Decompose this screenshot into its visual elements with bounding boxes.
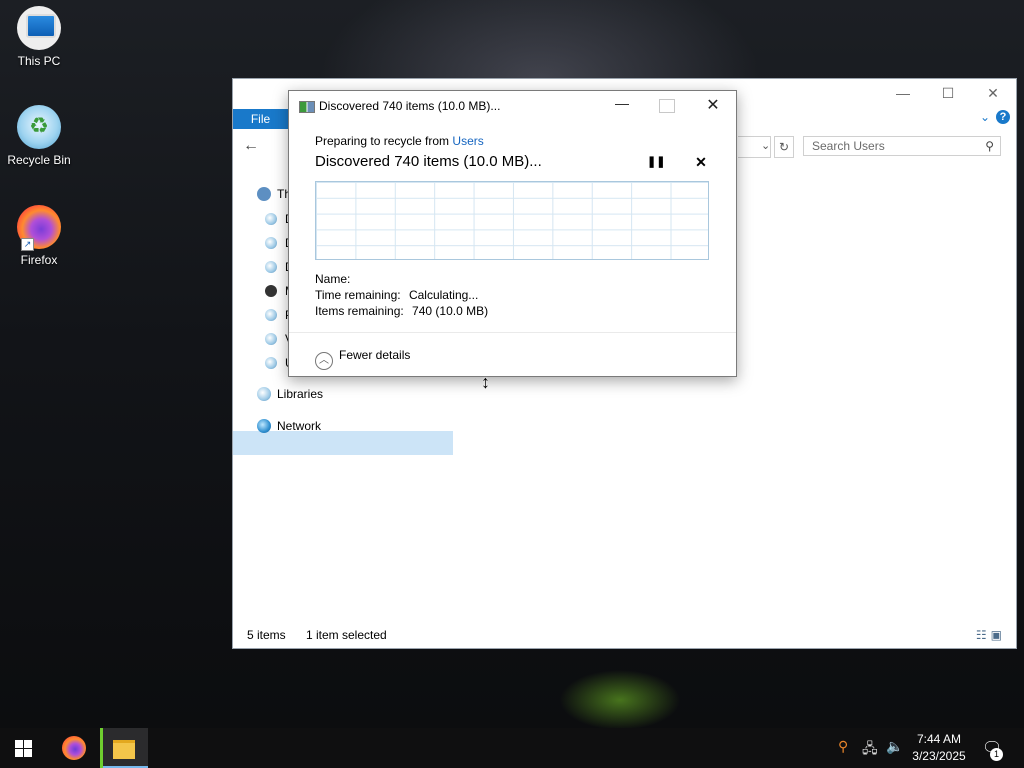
preparing-prefix: Preparing to recycle from bbox=[315, 134, 450, 148]
preparing-line: Preparing to recycle from Users bbox=[315, 134, 484, 148]
name-label: Name: bbox=[315, 272, 351, 286]
items-remaining-row: Items remaining: 740 (10.0 MB) bbox=[315, 304, 488, 318]
desktop-icon-this-pc[interactable]: This PC bbox=[4, 6, 74, 68]
back-arrow-icon[interactable]: ← bbox=[243, 137, 259, 155]
progress-headline: Discovered 740 items (10.0 MB)... bbox=[315, 153, 542, 170]
chevron-down-icon[interactable]: ⌄ bbox=[761, 136, 770, 156]
help-icon[interactable]: ? bbox=[996, 110, 1010, 124]
maximize-button bbox=[659, 99, 675, 113]
close-button[interactable]: ✕ bbox=[978, 83, 1008, 103]
refresh-icon[interactable]: ↻ bbox=[774, 136, 794, 158]
search-icon[interactable]: ⚲ bbox=[838, 738, 848, 755]
time-remaining-label: Time remaining: bbox=[315, 288, 401, 302]
search-placeholder: Search Users bbox=[812, 139, 885, 153]
close-icon[interactable]: ✕ bbox=[693, 154, 709, 170]
time-remaining-row: Time remaining: Calculating... bbox=[315, 288, 478, 302]
sidebar-item-this-pc[interactable]: Th bbox=[257, 183, 291, 205]
users-icon bbox=[265, 357, 277, 369]
items-remaining-label: Items remaining: bbox=[315, 304, 404, 318]
this-pc-icon bbox=[257, 187, 271, 201]
pause-icon[interactable]: ❚❚ bbox=[647, 154, 665, 170]
progress-dialog[interactable]: Discovered 740 items (10.0 MB)... — ✕ Pr… bbox=[288, 90, 737, 377]
network-icon bbox=[257, 419, 271, 433]
details-toggle-label: Fewer details bbox=[339, 348, 411, 362]
notification-badge: 1 bbox=[990, 748, 1003, 761]
minimize-button[interactable]: — bbox=[611, 95, 633, 111]
resize-cursor-icon: ↕ bbox=[481, 372, 490, 392]
this-pc-icon bbox=[17, 6, 61, 50]
file-tab[interactable]: File bbox=[233, 109, 288, 129]
chevron-up-icon: ︿ bbox=[315, 352, 333, 370]
sidebar-item-network[interactable]: Network bbox=[257, 415, 321, 437]
status-bar: 5 items 1 item selected ☷▣ bbox=[233, 624, 1016, 648]
minimize-button[interactable]: — bbox=[888, 83, 918, 103]
divider bbox=[289, 332, 736, 333]
progress-graph bbox=[315, 181, 709, 260]
status-selection: 1 item selected bbox=[306, 628, 387, 642]
maximize-button[interactable]: ☐ bbox=[933, 83, 963, 103]
source-folder-link[interactable]: Users bbox=[452, 134, 483, 148]
fewer-details-button[interactable]: ︿ Fewer details bbox=[315, 345, 411, 370]
libraries-icon bbox=[257, 387, 271, 401]
firefox-taskbar-icon[interactable] bbox=[62, 736, 86, 760]
clock-date: 3/23/2025 bbox=[912, 749, 966, 763]
close-button[interactable]: ✕ bbox=[701, 95, 725, 115]
sidebar-item-libraries[interactable]: Libraries bbox=[257, 383, 323, 405]
taskbar: ⚲ 🖧 🔈 7:44 AM 3/23/2025 🗨 1 bbox=[0, 728, 1024, 768]
search-icon[interactable]: ⚲ bbox=[985, 137, 994, 155]
drive-icon bbox=[265, 237, 277, 249]
firefox-icon: ↗ bbox=[17, 205, 61, 251]
desktop-icon-label: Firefox bbox=[20, 253, 58, 267]
desktop-icon-firefox[interactable]: ↗ Firefox bbox=[4, 205, 74, 267]
drive-icon bbox=[265, 261, 277, 273]
volume-icon[interactable]: 🔈 bbox=[886, 738, 903, 755]
file-explorer-taskbar-icon[interactable] bbox=[100, 728, 148, 768]
search-input[interactable]: Search Users ⚲ bbox=[803, 136, 1001, 156]
file-operation-icon bbox=[299, 101, 315, 113]
videos-icon bbox=[265, 333, 277, 345]
recycle-bin-icon bbox=[17, 105, 61, 149]
status-item-count: 5 items bbox=[247, 628, 286, 642]
desktop-icon-label: Recycle Bin bbox=[7, 153, 71, 167]
name-row: Name: bbox=[315, 272, 355, 286]
pictures-icon bbox=[265, 309, 277, 321]
desktop-icon-label: This PC bbox=[17, 54, 61, 68]
dialog-title: Discovered 740 items (10.0 MB)... bbox=[319, 99, 501, 113]
desktop-icon-recycle-bin[interactable]: Recycle Bin bbox=[4, 105, 74, 167]
chevron-down-icon[interactable]: ⌄ bbox=[980, 110, 990, 124]
shortcut-arrow-icon: ↗ bbox=[21, 238, 34, 251]
windows-start-icon[interactable] bbox=[15, 740, 32, 757]
network-icon[interactable]: 🖧 bbox=[862, 738, 878, 762]
time-remaining-value: Calculating... bbox=[408, 288, 479, 302]
clock-time: 7:44 AM bbox=[916, 732, 962, 746]
drive-icon bbox=[265, 213, 277, 225]
dialog-titlebar[interactable]: Discovered 740 items (10.0 MB)... — ✕ bbox=[289, 91, 736, 121]
clock[interactable]: 7:44 AM 3/23/2025 bbox=[906, 731, 972, 765]
view-toggle-icons[interactable]: ☷▣ bbox=[976, 628, 1006, 642]
items-remaining-value: 740 (10.0 MB) bbox=[412, 304, 489, 318]
music-icon bbox=[265, 285, 277, 297]
